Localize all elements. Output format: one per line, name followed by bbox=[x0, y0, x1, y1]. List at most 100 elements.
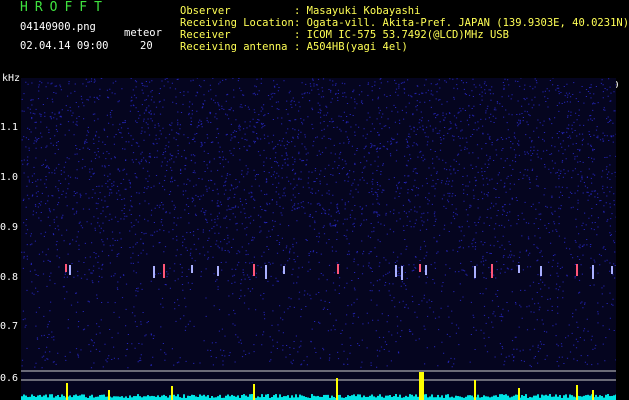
noise-floor-bar bbox=[237, 395, 239, 400]
noise-floor-bar bbox=[363, 395, 365, 400]
noise-floor-bar bbox=[191, 394, 193, 400]
noise-floor-bar bbox=[371, 394, 373, 400]
noise-floor-bar bbox=[199, 394, 201, 400]
noise-floor-bar bbox=[457, 396, 459, 400]
meteor-echo-mark bbox=[253, 264, 255, 276]
noise-floor-bar bbox=[165, 396, 167, 400]
y-tick-label: 0.9 bbox=[0, 222, 19, 233]
noise-floor-bar bbox=[313, 395, 315, 400]
noise-floor-bar bbox=[535, 395, 537, 400]
noise-floor-bar bbox=[587, 394, 589, 400]
noise-floor-bar bbox=[39, 394, 41, 400]
noise-floor-bar bbox=[373, 396, 375, 400]
noise-floor-bar bbox=[241, 395, 243, 400]
noise-floor-bar bbox=[63, 395, 65, 400]
noise-floor-bar bbox=[225, 395, 227, 400]
meteor-echo-mark bbox=[518, 265, 520, 273]
noise-floor-bar bbox=[541, 394, 543, 400]
noise-floor-bar bbox=[69, 395, 71, 400]
noise-floor-bar bbox=[353, 394, 355, 400]
noise-floor-bar bbox=[205, 396, 207, 400]
noise-floor-bar bbox=[429, 396, 431, 400]
noise-floor-bar bbox=[385, 395, 387, 400]
noise-floor-bar bbox=[611, 395, 613, 400]
noise-floor-bar bbox=[515, 394, 517, 400]
noise-floor-bar bbox=[581, 396, 583, 400]
detection-peak-bar bbox=[108, 390, 110, 400]
noise-floor-bar bbox=[103, 394, 105, 400]
meteor-echo-mark bbox=[474, 266, 476, 278]
meteor-echo-mark bbox=[153, 266, 155, 278]
noise-floor-bar bbox=[553, 396, 555, 400]
noise-floor-bar bbox=[413, 396, 415, 400]
noise-floor-bar bbox=[203, 394, 205, 400]
noise-floor-bar bbox=[379, 394, 381, 400]
noise-floor-bar bbox=[431, 394, 433, 400]
y-tick-label: 0.7 bbox=[0, 321, 19, 332]
location-value: : Ogata-vill. Akita-Pref. JAPAN (139.930… bbox=[294, 17, 629, 29]
noise-floor-bar bbox=[499, 394, 501, 400]
app-title: HROFFT bbox=[20, 0, 109, 15]
noise-floor-bar bbox=[169, 395, 171, 400]
noise-floor-bar bbox=[75, 394, 77, 400]
antenna-label: Receiving antenna bbox=[180, 41, 288, 53]
noise-floor-bar bbox=[157, 395, 159, 400]
noise-floor-bar bbox=[437, 394, 439, 400]
capture-datetime: 02.04.14 09:00 bbox=[20, 40, 109, 52]
hrofft-window: HROFFT 04140900.png 02.04.14 09:00 meteo… bbox=[0, 0, 629, 400]
noise-floor-bar bbox=[547, 395, 549, 400]
noise-floor-bar bbox=[349, 396, 351, 400]
noise-floor-bar bbox=[49, 394, 51, 400]
noise-floor-bar bbox=[207, 395, 209, 400]
noise-floor-bar bbox=[495, 395, 497, 400]
y-tick-label: 0.8 bbox=[0, 272, 19, 283]
noise-floor-bar bbox=[555, 394, 557, 400]
noise-floor-bar bbox=[467, 395, 469, 400]
noise-floor-bar bbox=[97, 396, 99, 400]
noise-floor-bar bbox=[189, 395, 191, 400]
noise-floor-bar bbox=[125, 396, 127, 400]
noise-floor-bar bbox=[389, 395, 391, 400]
noise-floor-bar bbox=[589, 395, 591, 400]
noise-floor-bar bbox=[425, 394, 427, 400]
noise-floor-bar bbox=[487, 396, 489, 400]
noise-floor-bar bbox=[81, 394, 83, 400]
noise-floor-bar bbox=[195, 396, 197, 400]
noise-floor-bar bbox=[273, 395, 275, 400]
noise-floor-bar bbox=[77, 395, 79, 400]
noise-floor-bar bbox=[133, 396, 135, 400]
noise-floor-bar bbox=[469, 395, 471, 400]
meteor-echo-mark bbox=[611, 266, 613, 274]
noise-floor-bar bbox=[177, 394, 179, 400]
noise-floor-bar bbox=[135, 396, 137, 400]
noise-floor-bar bbox=[525, 394, 527, 400]
noise-floor-bar bbox=[605, 394, 607, 400]
observer-value: : Masayuki Kobayashi bbox=[294, 5, 421, 17]
detection-peak-bar bbox=[592, 390, 594, 400]
noise-floor-bar bbox=[315, 396, 317, 400]
meteor-echo-mark bbox=[283, 266, 285, 274]
receiver-label: Receiver bbox=[180, 29, 231, 41]
noise-floor-bar bbox=[485, 396, 487, 400]
noise-floor-bar bbox=[569, 394, 571, 400]
noise-floor-bar bbox=[573, 396, 575, 400]
y-axis-unit: kHz bbox=[2, 73, 21, 84]
noise-floor-bar bbox=[21, 396, 23, 400]
file-name: 04140900.png bbox=[20, 21, 96, 33]
noise-floor-bar bbox=[275, 394, 277, 400]
noise-floor-bar bbox=[503, 394, 505, 400]
noise-floor-bar bbox=[245, 395, 247, 400]
noise-floor-bar bbox=[311, 394, 313, 400]
noise-floor-bar bbox=[537, 394, 539, 400]
meteor-echo-mark bbox=[337, 264, 339, 274]
noise-floor-bar bbox=[411, 394, 413, 400]
noise-floor-bar bbox=[291, 395, 293, 400]
noise-floor-bar bbox=[351, 395, 353, 400]
detection-peak-bar bbox=[253, 384, 255, 400]
noise-floor-bar bbox=[251, 394, 253, 400]
noise-floor-bar bbox=[563, 395, 565, 400]
noise-floor-bar bbox=[287, 395, 289, 400]
detection-peak-bar bbox=[518, 388, 520, 400]
noise-floor-bar bbox=[613, 395, 615, 400]
detection-peak-bar bbox=[474, 380, 476, 400]
